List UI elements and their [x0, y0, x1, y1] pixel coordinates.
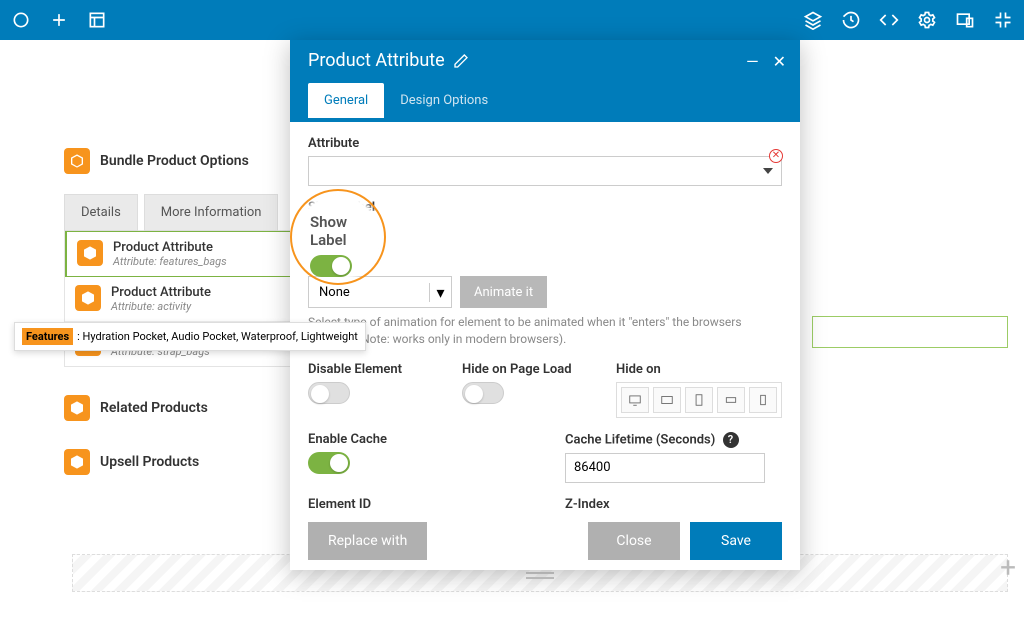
help-icon[interactable]: ?: [723, 432, 739, 448]
label-disable-element: Disable Element: [308, 362, 432, 377]
cube-icon: [75, 285, 101, 311]
code-icon[interactable]: [876, 7, 902, 33]
label-element-id: Element ID: [308, 497, 525, 512]
section-title: Bundle Product Options: [100, 153, 249, 169]
label-enable-cache: Enable Cache: [308, 432, 525, 447]
attr-title: Product Attribute: [111, 285, 211, 300]
toggle-disable-element[interactable]: [308, 382, 350, 404]
settings-dialog: Product Attribute — ✕ General Design Opt…: [290, 40, 800, 570]
clear-icon[interactable]: ✕: [769, 149, 783, 163]
cube-icon: [77, 240, 103, 266]
attr-sub: Attribute: activity: [111, 300, 211, 313]
save-button[interactable]: Save: [690, 522, 782, 560]
cube-icon: [64, 395, 90, 421]
add-icon[interactable]: [46, 7, 72, 33]
toggle-show-label[interactable]: [308, 220, 350, 242]
logo-icon[interactable]: [8, 7, 34, 33]
attribute-select[interactable]: ✕: [308, 156, 782, 186]
animate-button[interactable]: Animate it: [460, 276, 547, 308]
features-tooltip: Features : Hydration Pocket, Audio Pocke…: [14, 322, 366, 351]
layers-icon[interactable]: [800, 7, 826, 33]
history-icon[interactable]: [838, 7, 864, 33]
attr-sub: Attribute: features_bags: [113, 255, 227, 268]
toggle-hide-on-load[interactable]: [462, 382, 504, 404]
tab-design-options[interactable]: Design Options: [384, 83, 504, 118]
close-icon[interactable]: ✕: [773, 52, 786, 71]
layout-icon[interactable]: [84, 7, 110, 33]
section-title: Related Products: [100, 400, 208, 416]
dialog-title: Product Attribute: [308, 50, 445, 71]
dialog-footer: Replace with Close Save: [290, 512, 800, 570]
animation-select[interactable]: None ▾: [308, 276, 452, 308]
device-tablet-landscape-icon[interactable]: [653, 387, 681, 413]
dialog-header: Product Attribute — ✕ General Design Opt…: [290, 40, 800, 122]
tab-more-info[interactable]: More Information: [144, 194, 279, 231]
minimize-icon[interactable]: —: [746, 52, 759, 71]
fullscreen-exit-icon[interactable]: [990, 7, 1016, 33]
gear-icon[interactable]: [914, 7, 940, 33]
edit-icon[interactable]: [453, 53, 469, 69]
device-desktop-icon[interactable]: [621, 387, 649, 413]
device-mobile-portrait-icon[interactable]: [749, 387, 777, 413]
label-show-label: Show Label: [308, 200, 782, 215]
device-buttons: [616, 382, 782, 418]
dialog-body: Attribute ✕ Show Label x None ▾ Animate …: [290, 122, 800, 512]
replace-with-button[interactable]: Replace with: [308, 522, 427, 560]
animation-help-text: Select type of animation for element to …: [308, 314, 782, 348]
label-zindex: Z-Index: [565, 497, 782, 512]
device-tablet-portrait-icon[interactable]: [685, 387, 713, 413]
attr-title: Product Attribute: [113, 240, 227, 255]
label-attribute: Attribute: [308, 136, 782, 151]
features-label: Features: [22, 328, 73, 345]
label-hide-on: Hide on: [616, 362, 782, 377]
add-element-icon[interactable]: +: [1000, 551, 1016, 584]
chevron-down-icon: ▾: [429, 283, 451, 302]
cube-icon: [64, 148, 90, 174]
selected-outline: [812, 316, 1008, 348]
cube-icon: [64, 449, 90, 475]
cache-lifetime-input[interactable]: [565, 453, 765, 483]
toggle-enable-cache[interactable]: [308, 452, 350, 474]
section-title: Upsell Products: [100, 454, 199, 470]
close-button[interactable]: Close: [588, 522, 680, 560]
label-cache-lifetime: Cache Lifetime (Seconds) ?: [565, 432, 782, 448]
label-hide-on-load: Hide on Page Load: [462, 362, 586, 377]
features-text: : Hydration Pocket, Audio Pocket, Waterp…: [77, 330, 358, 343]
top-toolbar: [0, 0, 1024, 40]
tab-details[interactable]: Details: [64, 194, 138, 231]
animation-value: None: [309, 285, 429, 300]
responsive-icon[interactable]: [952, 7, 978, 33]
tab-general[interactable]: General: [308, 83, 384, 118]
device-mobile-landscape-icon[interactable]: [717, 387, 745, 413]
chevron-down-icon: [763, 168, 773, 174]
